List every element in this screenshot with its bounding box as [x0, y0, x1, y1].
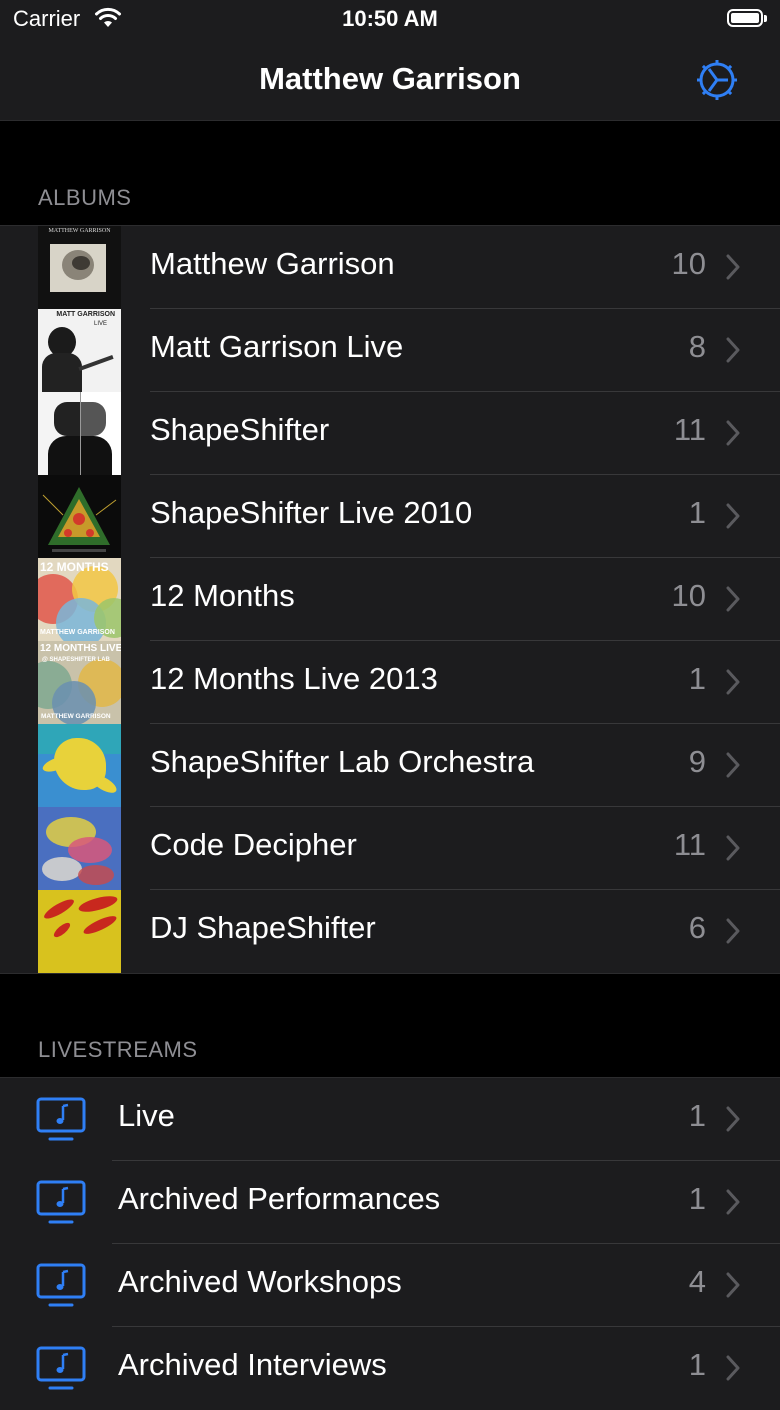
track-count: 6 — [688, 910, 706, 945]
album-art-text: MATTHEW GARRISON — [40, 629, 115, 636]
track-count: 10 — [671, 246, 706, 281]
album-art — [38, 807, 121, 890]
album-title: 12 Months Live 2013 — [150, 661, 438, 696]
navigation-bar: Matthew Garrison — [0, 40, 780, 121]
album-art-text: MATT GARRISON — [56, 311, 115, 318]
track-count: 11 — [673, 412, 706, 447]
album-row[interactable]: ShapeShifter 11 — [0, 392, 780, 475]
album-row[interactable]: 12 MONTHS MATTHEW GARRISON 12 Months 10 — [0, 558, 780, 641]
livestream-title: Archived Interviews — [118, 1347, 387, 1382]
album-art-text: 12 MONTHS — [40, 560, 109, 574]
album-art: 12 MONTHS LIVE @ SHAPESHIFTER LAB MATTHE… — [38, 641, 121, 724]
monitor-music-icon — [36, 1346, 86, 1390]
chevron-right-icon — [726, 918, 740, 944]
album-title: DJ ShapeShifter — [150, 910, 376, 945]
chevron-right-icon — [726, 669, 740, 695]
track-count: 10 — [671, 578, 706, 613]
album-row[interactable]: MATTHEW GARRISON Matthew Garrison 10 — [0, 226, 780, 309]
album-title: 12 Months — [150, 578, 295, 613]
settings-gear-icon[interactable] — [694, 57, 740, 103]
album-title: Matthew Garrison — [150, 246, 395, 281]
album-art: MATT GARRISON LIVE — [38, 309, 121, 392]
album-art-text: MATTHEW GARRISON — [41, 713, 111, 720]
album-art — [38, 724, 121, 807]
monitor-music-icon — [36, 1180, 86, 1224]
chevron-right-icon — [726, 1355, 740, 1381]
albums-list: MATTHEW GARRISON Matthew Garrison 10 MAT… — [0, 225, 780, 974]
album-row[interactable]: ShapeShifter Lab Orchestra 9 — [0, 724, 780, 807]
livestream-row[interactable]: Live 1 — [0, 1078, 780, 1161]
stream-count: 4 — [688, 1264, 706, 1299]
chevron-right-icon — [726, 337, 740, 363]
album-row[interactable]: DJ ShapeShifter 6 — [0, 890, 780, 973]
chevron-right-icon — [726, 586, 740, 612]
livestreams-list: Live 1 Archived Performances 1 Archived … — [0, 1077, 780, 1410]
albums-section-header: ALBUMS — [38, 185, 132, 210]
monitor-music-icon — [36, 1263, 86, 1307]
album-title: ShapeShifter — [150, 412, 330, 447]
album-title: ShapeShifter Lab Orchestra — [150, 744, 535, 779]
chevron-right-icon — [726, 752, 740, 778]
livestream-title: Archived Performances — [118, 1181, 441, 1216]
livestream-row[interactable]: Archived Workshops 4 — [0, 1244, 780, 1327]
album-art-text: 12 MONTHS LIVE — [40, 643, 121, 654]
album-art — [38, 475, 121, 558]
track-count: 1 — [688, 495, 706, 530]
track-count: 11 — [673, 827, 706, 862]
album-row[interactable]: MATT GARRISON LIVE Matt Garrison Live 8 — [0, 309, 780, 392]
album-title: Code Decipher — [150, 827, 357, 862]
track-count: 1 — [688, 661, 706, 696]
track-count: 8 — [688, 329, 706, 364]
album-row[interactable]: Code Decipher 11 — [0, 807, 780, 890]
chevron-right-icon — [726, 254, 740, 280]
chevron-right-icon — [726, 835, 740, 861]
page-title: Matthew Garrison — [259, 61, 521, 96]
album-art-text: LIVE — [93, 321, 107, 327]
album-art-text: @ SHAPESHIFTER LAB — [42, 657, 110, 663]
status-bar: Carrier 10:50 AM — [0, 0, 780, 40]
monitor-music-icon — [36, 1097, 86, 1141]
chevron-right-icon — [726, 420, 740, 446]
livestream-row[interactable]: Archived Performances 1 — [0, 1161, 780, 1244]
album-row[interactable]: ShapeShifter Live 2010 1 — [0, 475, 780, 558]
livestream-title: Live — [118, 1098, 175, 1133]
battery-icon — [727, 9, 767, 29]
album-row[interactable]: 12 MONTHS LIVE @ SHAPESHIFTER LAB MATTHE… — [0, 641, 780, 724]
track-count: 9 — [688, 744, 706, 779]
album-art: 12 MONTHS MATTHEW GARRISON — [38, 558, 121, 641]
livestreams-section-header: LIVESTREAMS — [38, 1037, 198, 1062]
chevron-right-icon — [726, 1272, 740, 1298]
status-time: 10:50 AM — [342, 6, 438, 31]
livestream-title: Archived Workshops — [118, 1264, 402, 1299]
album-art: MATTHEW GARRISON — [38, 226, 121, 309]
stream-count: 1 — [688, 1098, 706, 1133]
album-art-text: MATTHEW GARRISON — [48, 228, 111, 234]
album-art — [38, 890, 121, 973]
album-title: Matt Garrison Live — [150, 329, 404, 364]
stream-count: 1 — [688, 1347, 706, 1382]
album-title: ShapeShifter Live 2010 — [150, 495, 473, 530]
livestream-row[interactable]: Archived Interviews 1 — [0, 1327, 780, 1410]
album-art — [38, 392, 121, 475]
chevron-right-icon — [726, 1106, 740, 1132]
chevron-right-icon — [726, 503, 740, 529]
chevron-right-icon — [726, 1189, 740, 1215]
stream-count: 1 — [688, 1181, 706, 1216]
